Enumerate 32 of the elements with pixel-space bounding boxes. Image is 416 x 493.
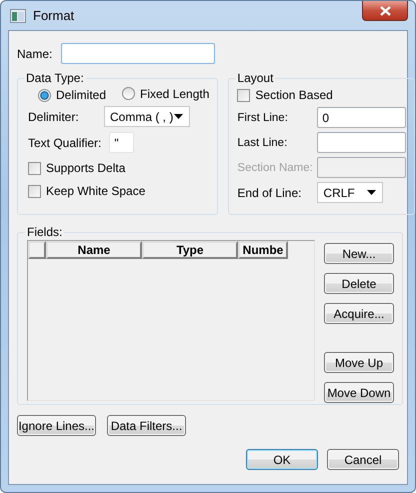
checkbox-label: Supports Delta: [46, 161, 126, 175]
action-button[interactable]: New...: [324, 243, 394, 264]
radio-option[interactable]: Delimited: [38, 88, 106, 102]
checkbox-label: Keep White Space: [46, 184, 146, 198]
text-qualifier-field[interactable]: ": [109, 132, 134, 153]
column-header[interactable]: Type: [142, 241, 238, 259]
radio-option[interactable]: Fixed Length: [122, 86, 210, 100]
column-header[interactable]: Numbe: [238, 241, 288, 259]
group-title: Data Type:: [25, 71, 85, 85]
delimiter-dropdown[interactable]: Comma ( , ): [104, 106, 190, 127]
dialog-button[interactable]: OK: [246, 449, 318, 470]
field-label: Section Name:: [237, 162, 314, 174]
checkbox-label: Section Based: [255, 88, 333, 102]
action-button[interactable]: Ignore Lines...: [17, 415, 96, 436]
field-label: Last Line:: [237, 136, 288, 148]
group-title: Fields:: [26, 225, 64, 239]
field-label: End of Line:: [237, 186, 302, 200]
field-label: Text Qualifier:: [28, 136, 102, 150]
field-label: Delimiter:: [28, 110, 80, 124]
field-label: First Line:: [237, 112, 289, 124]
action-button[interactable]: Acquire...: [324, 303, 394, 324]
field-label: Name:: [17, 46, 52, 60]
window-title: Format: [33, 8, 74, 23]
dialog-button[interactable]: Cancel: [327, 449, 399, 470]
action-button[interactable]: Move Down: [324, 382, 394, 403]
action-button[interactable]: Delete: [324, 273, 394, 294]
action-button[interactable]: Move Up: [324, 352, 394, 373]
column-header[interactable]: Name: [46, 241, 142, 259]
action-button[interactable]: Data Filters...: [107, 415, 186, 436]
group-title: Layout: [236, 71, 274, 85]
text-field[interactable]: 0: [317, 107, 406, 128]
end-of-line-dropdown[interactable]: CRLF: [317, 182, 384, 203]
